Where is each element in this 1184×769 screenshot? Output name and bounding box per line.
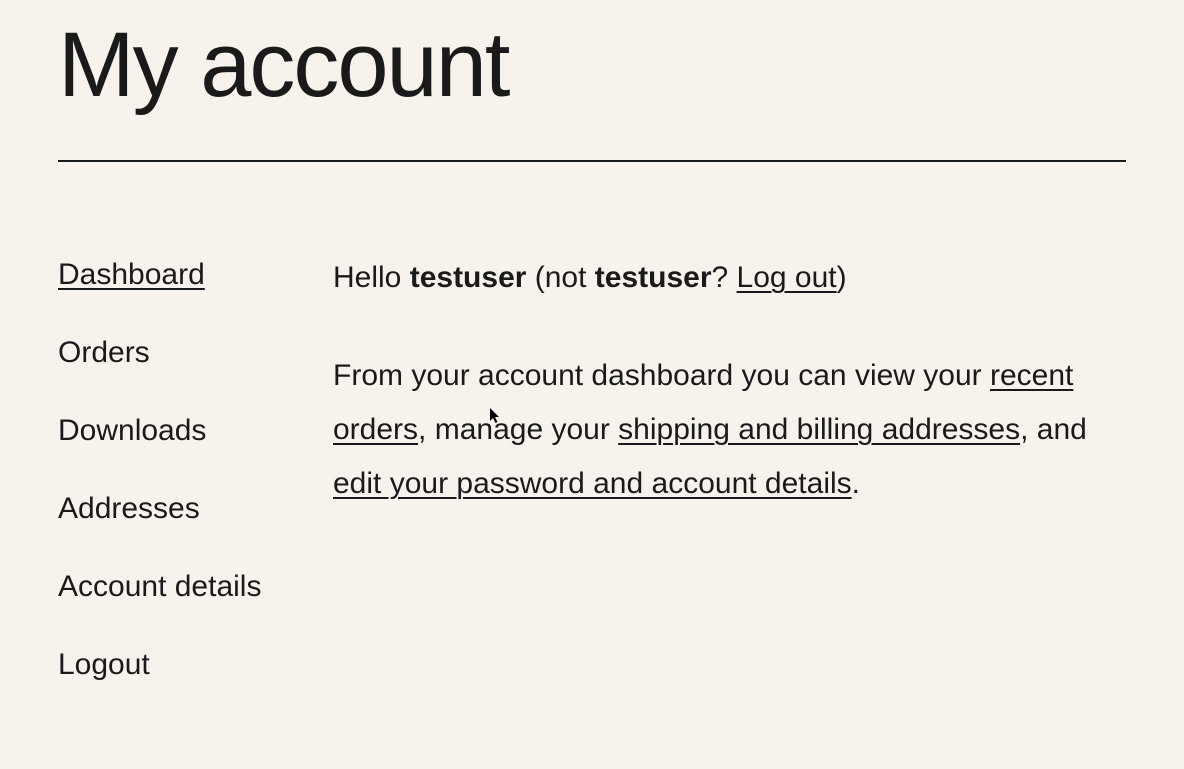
page-title: My account <box>58 0 1126 160</box>
addresses-link[interactable]: shipping and billing addresses <box>618 413 1020 446</box>
dashboard-description: From your account dashboard you can view… <box>333 349 1126 511</box>
greeting-text: Hello testuser (not testuser? Log out) <box>333 257 1126 299</box>
divider <box>58 160 1126 162</box>
nav-link-addresses[interactable]: Addresses <box>58 492 200 525</box>
main-content: Hello testuser (not testuser? Log out) F… <box>333 257 1126 725</box>
account-details-link[interactable]: edit your password and account details <box>333 467 852 500</box>
greeting-username: testuser <box>410 261 527 294</box>
nav-item-orders: Orders <box>58 335 333 371</box>
greeting-username2: testuser <box>595 261 712 294</box>
greeting-closing: ) <box>837 261 847 294</box>
greeting-hello: Hello <box>333 261 410 294</box>
nav-list: Dashboard Orders Downloads Addresses Acc… <box>58 257 333 683</box>
logout-link[interactable]: Log out <box>737 261 837 294</box>
desc-part4: . <box>852 467 860 500</box>
nav-link-dashboard[interactable]: Dashboard <box>58 258 205 291</box>
desc-part3: , and <box>1020 413 1087 446</box>
nav-link-account-details[interactable]: Account details <box>58 570 261 603</box>
nav-item-addresses: Addresses <box>58 491 333 527</box>
greeting-question: ? <box>712 261 737 294</box>
greeting-not-prefix: (not <box>526 261 594 294</box>
nav-item-downloads: Downloads <box>58 413 333 449</box>
nav-item-dashboard: Dashboard <box>58 257 333 293</box>
nav-link-downloads[interactable]: Downloads <box>58 414 206 447</box>
account-nav: Dashboard Orders Downloads Addresses Acc… <box>58 257 333 725</box>
nav-link-logout[interactable]: Logout <box>58 648 150 681</box>
nav-link-orders[interactable]: Orders <box>58 336 150 369</box>
content-area: Dashboard Orders Downloads Addresses Acc… <box>58 257 1126 725</box>
nav-item-logout: Logout <box>58 647 333 683</box>
desc-part1: From your account dashboard you can view… <box>333 359 990 392</box>
desc-part2: , manage your <box>418 413 618 446</box>
nav-item-account-details: Account details <box>58 569 333 605</box>
